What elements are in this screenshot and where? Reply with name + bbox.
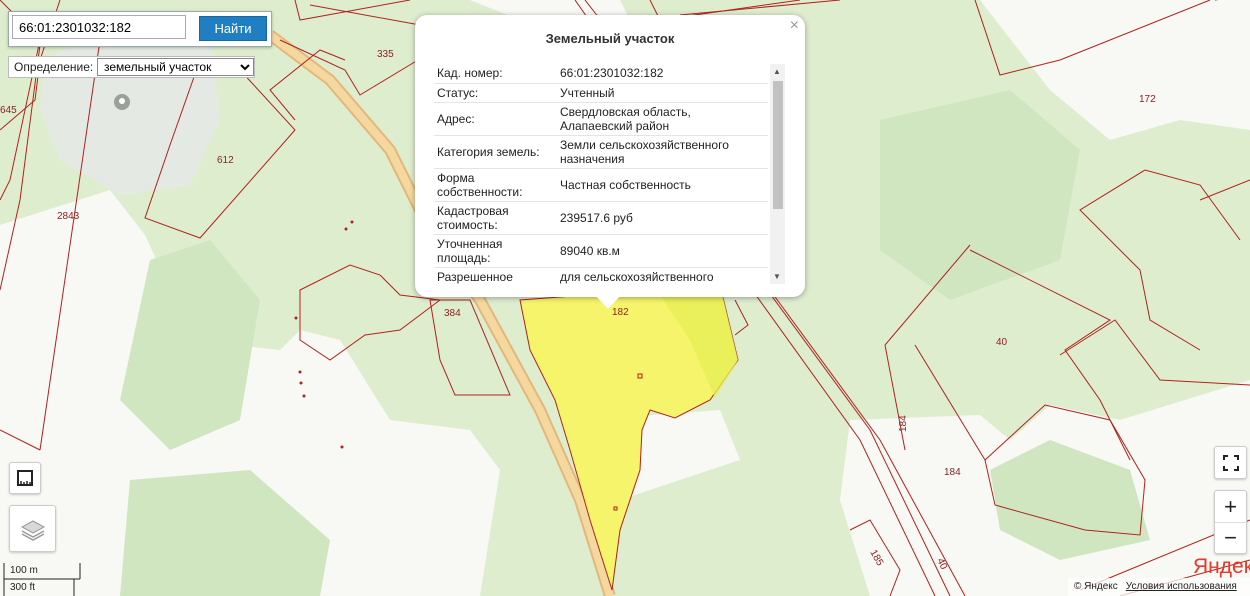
layers-icon [20,519,45,541]
parcel-label: 645 [0,105,17,116]
scroll-down-icon[interactable]: ▼ [773,272,781,281]
parcel-label: 384 [444,308,461,319]
table-row: Форма собственности: Частная собственнос… [434,168,768,202]
row-value: 66:01:2301032:182 [557,64,768,84]
row-value: Земли сельскохозяйственного назначения [557,135,768,169]
copyright-text: © Яндекс [1074,581,1118,592]
parcel-label: 184 [944,467,961,478]
terms-link[interactable]: Условия использования [1126,581,1237,592]
row-key: Уточненная площадь: [434,234,557,268]
row-key: Форма собственности: [434,168,557,202]
definition-select[interactable]: земельный участок [97,58,254,76]
row-key: Адрес: [434,102,557,136]
scale-bar: 100 m 300 ft [2,563,81,596]
zoom-in-button[interactable]: + [1215,491,1246,523]
zoom-out-button[interactable]: − [1215,522,1246,553]
ruler-button[interactable] [9,462,41,494]
popup-table-wrap: Кад. номер: 66:01:2301032:182 Статус: Уч… [434,64,784,284]
row-value: Свердловская область, Алапаевский район [557,102,768,136]
table-row: Разрешенное для сельскохозяйственного [434,267,768,284]
popup-title: Земельный участок [545,31,675,46]
yandex-logo: Яндекс [1193,555,1250,578]
fullscreen-icon [1222,454,1239,471]
zoom-control: + − [1214,490,1247,554]
parcel-label: 40 [996,337,1008,348]
cadastral-search-input[interactable] [12,15,186,39]
row-value: 89040 кв.м [557,234,768,268]
scale-metric: 100 m [10,565,38,576]
table-row: Адрес: Свердловская область, Алапаевский… [434,102,768,136]
poi-icon-dot [119,98,125,104]
parcel-info-table: Кад. номер: 66:01:2301032:182 Статус: Уч… [434,64,768,284]
row-value: Учтенный [557,83,768,103]
popup-tail [595,295,621,309]
layers-button[interactable] [9,505,56,552]
row-value: для сельскохозяйственного [557,267,768,284]
copyright-bar: © Яндекс Условия использования [1068,578,1250,596]
row-key: Кад. номер: [434,64,557,84]
table-row: Кад. номер: 66:01:2301032:182 [434,64,768,84]
find-button[interactable]: Найти [199,16,267,41]
row-value: 239517.6 руб [557,201,768,235]
row-key: Разрешенное [434,267,557,284]
table-row: Кадастровая стоимость: 239517.6 руб [434,201,768,235]
definition-row: Определение: земельный участок [8,56,255,78]
row-key: Статус: [434,83,557,103]
close-icon[interactable]: × [790,17,799,35]
parcel-info-popup: Земельный участок × Кад. номер: 66:01:23… [415,15,805,309]
parcel-label: 172 [1139,94,1156,105]
parcel-label: 2843 [57,211,80,222]
fullscreen-button[interactable] [1214,446,1247,479]
parcel-label: 184 [898,415,909,432]
definition-label: Определение: [14,60,94,74]
table-row: Уточненная площадь: 89040 кв.м [434,234,768,268]
row-key: Кадастровая стоимость: [434,201,557,235]
scrollbar-thumb[interactable] [773,81,783,209]
parcel-label: 335 [377,49,394,60]
ruler-icon [17,470,33,486]
table-row: Категория земель: Земли сельскохозяйстве… [434,135,768,169]
row-value: Частная собственность [557,168,768,202]
popup-scrollbar[interactable]: ▲ ▼ [770,64,785,284]
grey-area [40,25,220,195]
scale-imperial: 300 ft [10,582,36,593]
parcel-label: 612 [217,155,234,166]
table-row: Статус: Учтенный [434,83,768,103]
search-panel: Найти [8,11,272,47]
row-key: Категория земель: [434,135,557,169]
scroll-up-icon[interactable]: ▲ [773,67,781,76]
